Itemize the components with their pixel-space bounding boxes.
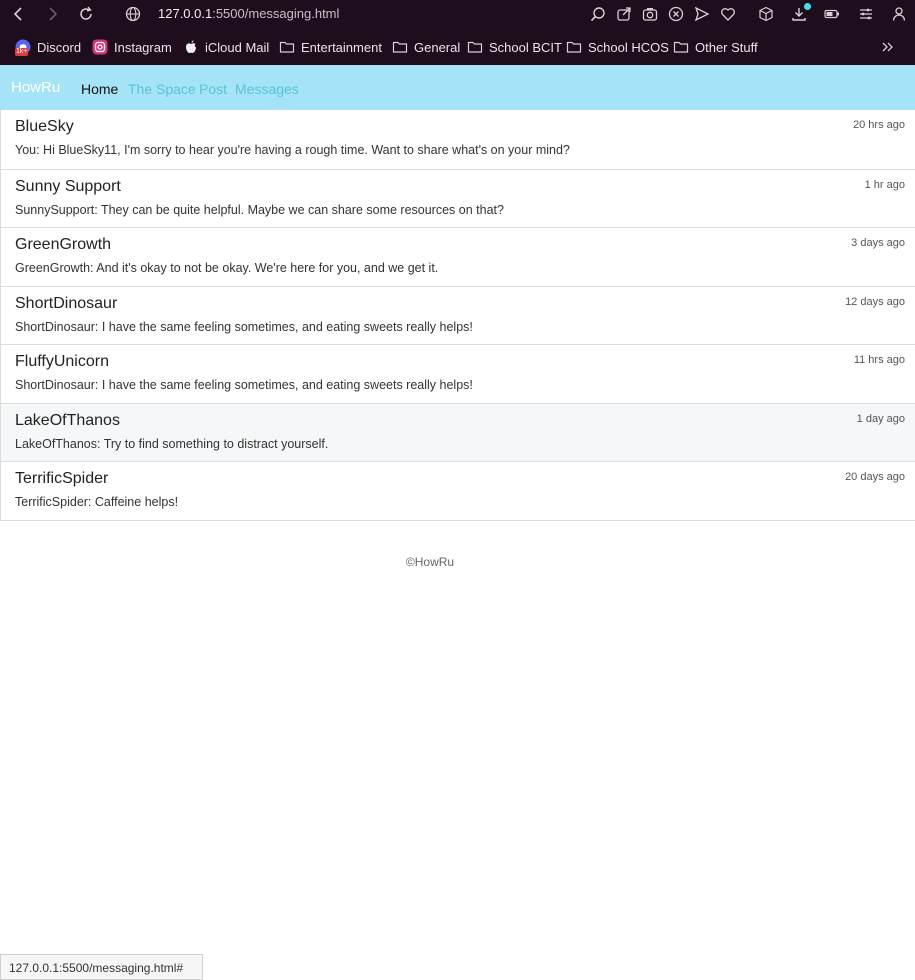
heart-icon[interactable] <box>720 6 736 22</box>
conversation-time: 20 days ago <box>845 471 905 483</box>
conversation-time: 1 hr ago <box>864 178 905 191</box>
conversation-item[interactable]: GreenGrowth 3 days ago GreenGrowth: And … <box>1 227 915 286</box>
conversation-preview: You: Hi BlueSky11, I'm sorry to hear you… <box>15 143 570 157</box>
conversation-list: BlueSky 20 hrs ago You: Hi BlueSky11, I'… <box>0 110 915 521</box>
conversation-item[interactable]: FluffyUnicorn 11 hrs ago ShortDinosaur: … <box>1 344 915 403</box>
bookmark-icloud-mail[interactable]: iCloud Mail <box>183 39 269 55</box>
url-field[interactable]: 127.0.0.1:5500/messaging.html <box>158 6 339 21</box>
conversation-item[interactable]: BlueSky 20 hrs ago You: Hi BlueSky11, I'… <box>1 110 915 169</box>
conversation-item[interactable]: ShortDinosaur 12 days ago ShortDinosaur:… <box>1 285 915 344</box>
discord-icon: 1k+ <box>15 39 31 56</box>
back-arrow-icon <box>13 7 22 21</box>
forward-button[interactable] <box>41 3 63 25</box>
conversation-item-hovered[interactable]: LakeOfThanos 1 day ago LakeOfThanos: Try… <box>1 402 915 461</box>
bookmark-label: Instagram <box>114 39 172 55</box>
share-icon[interactable] <box>616 6 632 22</box>
bookmark-label: Entertainment <box>301 39 382 55</box>
conversation-time: 20 hrs ago <box>853 119 905 131</box>
bookmark-label: Discord <box>37 39 82 55</box>
cube-icon[interactable] <box>758 6 774 22</box>
bookmark-label: Other Stuff <box>695 39 758 55</box>
bookmark-label: School HCOS <box>588 39 669 55</box>
conversation-name: FluffyUnicorn <box>15 353 109 370</box>
bookmark-folder-school-bcit[interactable]: School BCIT <box>467 39 562 55</box>
folder-icon <box>279 41 295 53</box>
send-icon[interactable] <box>694 6 710 22</box>
conversation-preview: SunnySupport: They can be quite helpful.… <box>15 202 504 217</box>
conversation-name: BlueSky <box>15 118 74 135</box>
folder-icon <box>392 41 408 53</box>
bookmark-label: General <box>414 39 461 55</box>
conversation-preview: LakeOfThanos: Try to find something to d… <box>15 436 329 451</box>
folder-icon <box>467 41 483 53</box>
bookmarks-bar: 1k+ Discord Instagram iCloud Mail Entert… <box>0 30 915 65</box>
folder-icon <box>566 41 582 53</box>
battery-icon[interactable] <box>824 6 840 22</box>
conversation-name: ShortDinosaur <box>15 294 118 312</box>
conversation-preview: TerrificSpider: Caffeine helps! <box>15 495 179 509</box>
reload-button[interactable] <box>75 3 97 25</box>
conversation-name: Sunny Support <box>15 177 121 195</box>
site-navbar: HowRu Home The Space Post Messages <box>0 65 915 110</box>
profile-icon[interactable] <box>891 6 907 22</box>
discord-badge: 1k+ <box>15 48 29 56</box>
nav-link-post[interactable]: Post <box>199 81 227 97</box>
double-chevron-right-icon <box>882 42 893 52</box>
conversation-item[interactable]: Sunny Support 1 hr ago SunnySupport: The… <box>1 168 915 227</box>
conversation-preview: ShortDinosaur: I have the same feeling s… <box>15 378 473 392</box>
bookmark-label: iCloud Mail <box>205 39 270 55</box>
browser-chrome: 127.0.0.1:5500/messaging.html 1k+ Discor… <box>0 0 915 65</box>
conversation-time: 11 hrs ago <box>853 354 905 366</box>
bookmark-folder-other-stuff[interactable]: Other Stuff <box>673 39 758 55</box>
bookmark-folder-school-hcos[interactable]: School HCOS <box>566 39 669 55</box>
apple-icon <box>186 40 196 54</box>
nav-link-home[interactable]: Home <box>81 81 118 97</box>
bookmark-instagram[interactable]: Instagram <box>92 39 172 55</box>
camera-icon[interactable] <box>642 6 658 22</box>
search-icon[interactable] <box>590 6 606 22</box>
settings-sliders-icon[interactable] <box>858 6 874 22</box>
forward-arrow-icon <box>49 7 58 21</box>
bookmark-label: School BCIT <box>489 39 562 55</box>
url-path: :5500/messaging.html <box>212 6 340 21</box>
close-circle-icon[interactable] <box>668 6 684 22</box>
instagram-icon <box>92 39 108 55</box>
conversation-name: TerrificSpider <box>15 470 109 487</box>
conversation-time: 1 day ago <box>856 412 905 425</box>
download-indicator-dot <box>804 3 811 10</box>
conversation-item[interactable]: TerrificSpider 20 days ago TerrificSpide… <box>1 461 915 520</box>
bookmark-folder-entertainment[interactable]: Entertainment <box>279 39 382 55</box>
folder-icon <box>673 41 689 53</box>
conversation-time: 12 days ago <box>845 295 905 308</box>
nav-link-the-space[interactable]: The Space <box>128 81 196 97</box>
reload-icon <box>80 6 92 20</box>
bookmark-discord[interactable]: 1k+ Discord <box>15 39 82 56</box>
address-bar-row: 127.0.0.1:5500/messaging.html <box>0 0 915 30</box>
site-info-icon[interactable] <box>125 6 141 27</box>
url-host: 127.0.0.1 <box>158 6 213 21</box>
link-status-bar: 127.0.0.1:5500/messaging.html# <box>0 954 203 980</box>
nav-link-messages[interactable]: Messages <box>235 81 299 97</box>
conversation-name: GreenGrowth <box>15 236 112 253</box>
conversation-preview: GreenGrowth: And it's okay to not be oka… <box>15 261 439 275</box>
conversation-time: 3 days ago <box>851 237 905 249</box>
bookmark-folder-general[interactable]: General <box>392 39 460 55</box>
bookmarks-overflow-button[interactable] <box>880 39 896 55</box>
brand-logo[interactable]: HowRu <box>11 79 60 96</box>
conversation-name: LakeOfThanos <box>15 411 120 429</box>
conversation-preview: ShortDinosaur: I have the same feeling s… <box>15 319 473 334</box>
back-button[interactable] <box>8 3 30 25</box>
page-footer: ©HowRu <box>405 555 455 569</box>
